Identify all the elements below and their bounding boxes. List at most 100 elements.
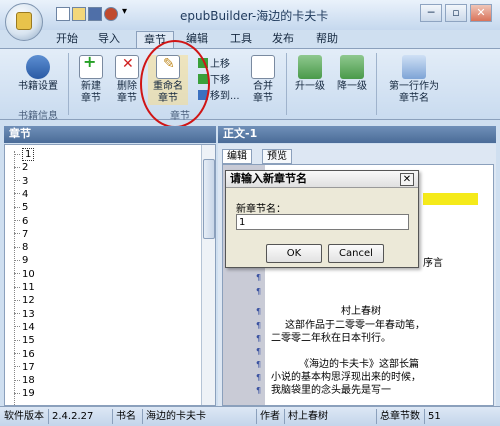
chapter-tree-item[interactable]: 6 xyxy=(14,215,28,228)
tree-branch-line xyxy=(14,286,20,288)
chapter-tree-item-label: 9 xyxy=(22,255,29,267)
tree-branch-line xyxy=(14,220,20,221)
chapter-tree-item[interactable]: 9 xyxy=(14,254,28,267)
chapter-tree-item[interactable]: 11 xyxy=(14,281,35,294)
version-value: 2.4.2.27 xyxy=(52,411,94,422)
dialog-close-button[interactable]: ✕ xyxy=(400,173,414,186)
author-label: 作者 xyxy=(260,411,280,422)
tree-branch-line xyxy=(14,259,20,261)
ok-button[interactable]: OK xyxy=(266,244,322,263)
scrollbar-thumb[interactable] xyxy=(203,159,215,239)
save-icon[interactable] xyxy=(88,7,102,21)
tree-branch-line xyxy=(14,206,20,208)
chapter-tree-item[interactable]: 2 xyxy=(14,161,28,174)
ribbon-separator xyxy=(286,53,287,115)
tab-import[interactable]: 导入 xyxy=(92,31,126,48)
status-bar: 软件版本 2.4.2.27 书名 海边的卡夫卡 作者 村上春树 总章节数 51 xyxy=(0,406,500,426)
chapter-count-label: 总章节数 xyxy=(380,411,420,422)
open-folder-icon[interactable] xyxy=(72,7,86,21)
group-label-book-info: 书籍信息 xyxy=(18,111,58,122)
move-down-label: 下移 xyxy=(210,75,230,86)
new-chapter-name-input[interactable] xyxy=(236,214,409,230)
chapter-tree-scrollbar[interactable] xyxy=(201,145,215,405)
tree-branch-line xyxy=(14,180,20,182)
chapter-tree-item[interactable]: 4 xyxy=(14,188,28,201)
chapter-tree-item[interactable]: 14 xyxy=(14,321,35,334)
merge-chapter-label-1: 合并 xyxy=(253,81,273,92)
chapter-tree-item[interactable]: 5 xyxy=(14,201,28,214)
first-line-label-1: 第一行作为 xyxy=(389,81,439,92)
cancel-button[interactable]: Cancel xyxy=(328,244,384,263)
merge-chapter-icon xyxy=(251,55,275,79)
tree-branch-line xyxy=(14,313,20,315)
chapter-tree-item-label: 7 xyxy=(22,228,29,240)
book-settings-icon xyxy=(26,55,50,79)
first-line-as-name-button[interactable]: 第一行作为 章节名 xyxy=(384,55,444,105)
merge-chapter-label-2: 章节 xyxy=(253,93,273,104)
chapter-tree-item[interactable]: 10 xyxy=(14,268,35,281)
chapter-tree-item-label: 8 xyxy=(22,242,29,254)
new-chapter-button[interactable]: + 新建 章节 xyxy=(76,54,106,105)
restore-button[interactable]: ▫ xyxy=(445,4,467,22)
book-settings-button[interactable]: 书籍设置 xyxy=(12,55,64,93)
chapter-tree-item-label: 4 xyxy=(22,188,29,200)
tree-branch-line xyxy=(14,299,20,301)
chapter-tree-item[interactable]: 12 xyxy=(14,294,35,307)
tree-branch-line xyxy=(14,353,20,354)
chapter-tree-item-label: 18 xyxy=(22,375,35,387)
paragraph-mark-icon: ¶ xyxy=(256,386,262,395)
chapter-count-value: 51 xyxy=(428,411,441,422)
editor-line: 小说的基本构思浮现出来的时候， xyxy=(271,372,421,383)
level-up-label: 升一级 xyxy=(295,81,325,92)
new-chapter-label-1: 新建 xyxy=(81,81,101,92)
author-value: 村上春树 xyxy=(288,411,328,422)
tab-publish[interactable]: 发布 xyxy=(266,31,300,48)
chapter-tree-item[interactable]: 7 xyxy=(14,228,28,241)
chapter-tree-item[interactable]: 1 xyxy=(14,148,35,161)
chapter-tree-item[interactable]: 16 xyxy=(14,348,35,361)
level-down-label: 降一级 xyxy=(337,81,367,92)
book-icon[interactable] xyxy=(104,7,118,21)
tab-preview[interactable]: 预览 xyxy=(262,149,292,164)
chapter-tree-item-label: 2 xyxy=(22,162,29,174)
tab-help[interactable]: 帮助 xyxy=(310,31,344,48)
chapter-tree-item-label: 12 xyxy=(22,295,35,307)
new-file-icon[interactable] xyxy=(56,7,70,21)
tree-branch-line xyxy=(14,326,20,328)
delete-chapter-button[interactable]: ✕ 删除 章节 xyxy=(112,55,142,105)
new-chapter-icon: + xyxy=(79,54,103,79)
tree-branch-line xyxy=(14,246,20,248)
chapter-tree-item[interactable]: 17 xyxy=(14,361,35,374)
chapter-tree-item[interactable]: 13 xyxy=(14,308,35,321)
editor-line: 村上春树 xyxy=(341,306,381,317)
level-up-icon xyxy=(298,55,322,79)
minimize-button[interactable]: ─ xyxy=(420,4,442,22)
delete-chapter-label-1: 删除 xyxy=(117,81,137,92)
qat-dropdown-icon[interactable]: ▾ xyxy=(122,6,127,17)
chapter-tree-item[interactable]: 15 xyxy=(14,334,35,347)
chapter-tree-item[interactable]: 19 xyxy=(14,387,35,400)
paragraph-mark-icon: ¶ xyxy=(256,273,262,282)
tab-editor[interactable]: 编辑 xyxy=(222,149,252,164)
new-chapter-label-2: 章节 xyxy=(81,93,101,104)
tab-tools[interactable]: 工具 xyxy=(224,31,258,48)
paragraph-mark-icon: ¶ xyxy=(256,360,262,369)
window-title: epubBuilder-海边的卡夫卡 xyxy=(180,9,329,23)
tab-start[interactable]: 开始 xyxy=(50,31,84,48)
chapter-tree-item[interactable]: 3 xyxy=(14,175,28,188)
level-up-button[interactable]: 升一级 xyxy=(292,55,328,93)
merge-chapter-button[interactable]: 合并 章节 xyxy=(248,55,278,105)
paragraph-mark-icon: ¶ xyxy=(256,334,262,343)
level-down-button[interactable]: 降一级 xyxy=(334,55,370,93)
chapter-tree-item[interactable]: 18 xyxy=(14,374,35,387)
chapter-tree-item-label: 5 xyxy=(22,202,29,214)
annotation-circle xyxy=(140,40,210,128)
move-to-label: 移到... xyxy=(210,91,240,102)
close-button[interactable]: ✕ xyxy=(470,4,492,22)
paragraph-mark-icon: ¶ xyxy=(256,321,262,330)
editor-line: 序言 xyxy=(423,258,443,269)
ribbon-separator xyxy=(68,53,69,115)
app-menu-button[interactable] xyxy=(5,3,43,41)
chapter-tree-item[interactable]: 8 xyxy=(14,241,28,254)
tree-branch-line xyxy=(14,273,20,275)
